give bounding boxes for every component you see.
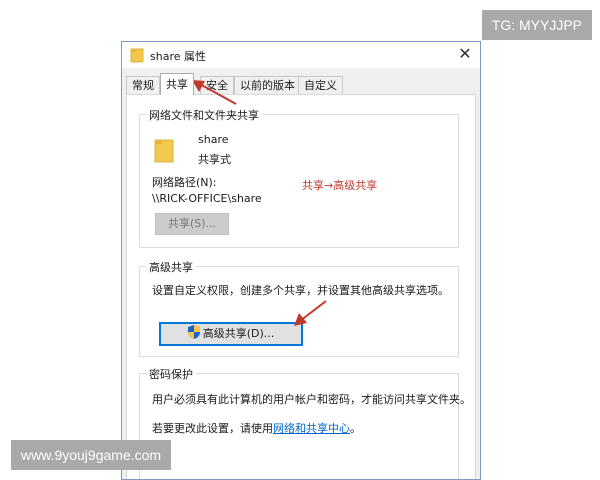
folder-icon — [154, 139, 174, 163]
advanced-share-description: 设置自定义权限，创建多个共享，并设置其他高级共享选项。 — [152, 284, 449, 297]
properties-dialog: share 属性 ✕ 常规 共享 安全 以前的版本 自定义 网络文件和文件夹共享… — [121, 41, 481, 480]
tab-security[interactable]: 安全 — [200, 76, 234, 94]
tab-strip: 常规 共享 安全 以前的版本 自定义 — [126, 73, 476, 95]
title-bar: share 属性 ✕ — [122, 42, 480, 68]
window-title: share 属性 — [150, 50, 206, 63]
tab-general[interactable]: 常规 — [126, 76, 160, 94]
network-path-value: \\RICK-OFFICE\share — [152, 192, 262, 205]
network-path-label: 网络路径(N): — [152, 176, 217, 189]
watermark-site: www.9youj9game.com — [11, 440, 172, 470]
watermark-telegram: TG: MYYJJPP — [481, 10, 592, 40]
close-icon[interactable]: ✕ — [450, 42, 480, 68]
tab-customize[interactable]: 自定义 — [298, 76, 343, 94]
share-button[interactable]: 共享(S)... — [155, 213, 229, 235]
folder-icon — [130, 48, 144, 63]
share-state: 共享式 — [198, 153, 231, 166]
annotation-text: 共享→高级共享 — [302, 179, 378, 192]
advanced-share-group: 高级共享 设置自定义权限，创建多个共享，并设置其他高级共享选项。 高级共享(D)… — [139, 259, 459, 357]
password-protect-description: 用户必须具有此计算机的用户帐户和密码，才能访问共享文件夹。 — [152, 393, 471, 406]
sharing-panel: 网络文件和文件夹共享 share 共享式 网络路径(N): \\RICK-OFF… — [126, 94, 476, 479]
advanced-share-legend: 高级共享 — [146, 259, 196, 275]
password-protect-legend: 密码保护 — [146, 366, 196, 382]
network-share-legend: 网络文件和文件夹共享 — [146, 107, 262, 123]
network-sharing-center-link[interactable]: 网络和共享中心 — [273, 422, 350, 435]
shield-icon — [187, 325, 200, 339]
password-change-hint: 若要更改此设置，请使用网络和共享中心。 — [152, 420, 361, 436]
password-protect-group: 密码保护 用户必须具有此计算机的用户帐户和密码，才能访问共享文件夹。 若要更改此… — [139, 366, 471, 479]
share-name: share — [198, 133, 229, 146]
change-prefix: 若要更改此设置，请使用 — [152, 422, 273, 435]
advanced-share-button-label: 高级共享(D)... — [202, 327, 275, 340]
network-share-group: 网络文件和文件夹共享 share 共享式 网络路径(N): \\RICK-OFF… — [139, 107, 459, 248]
advanced-share-button[interactable]: 高级共享(D)... — [159, 322, 303, 346]
tab-previous-versions[interactable]: 以前的版本 — [234, 76, 301, 94]
tab-sharing[interactable]: 共享 — [160, 73, 194, 95]
change-suffix: 。 — [350, 422, 361, 435]
